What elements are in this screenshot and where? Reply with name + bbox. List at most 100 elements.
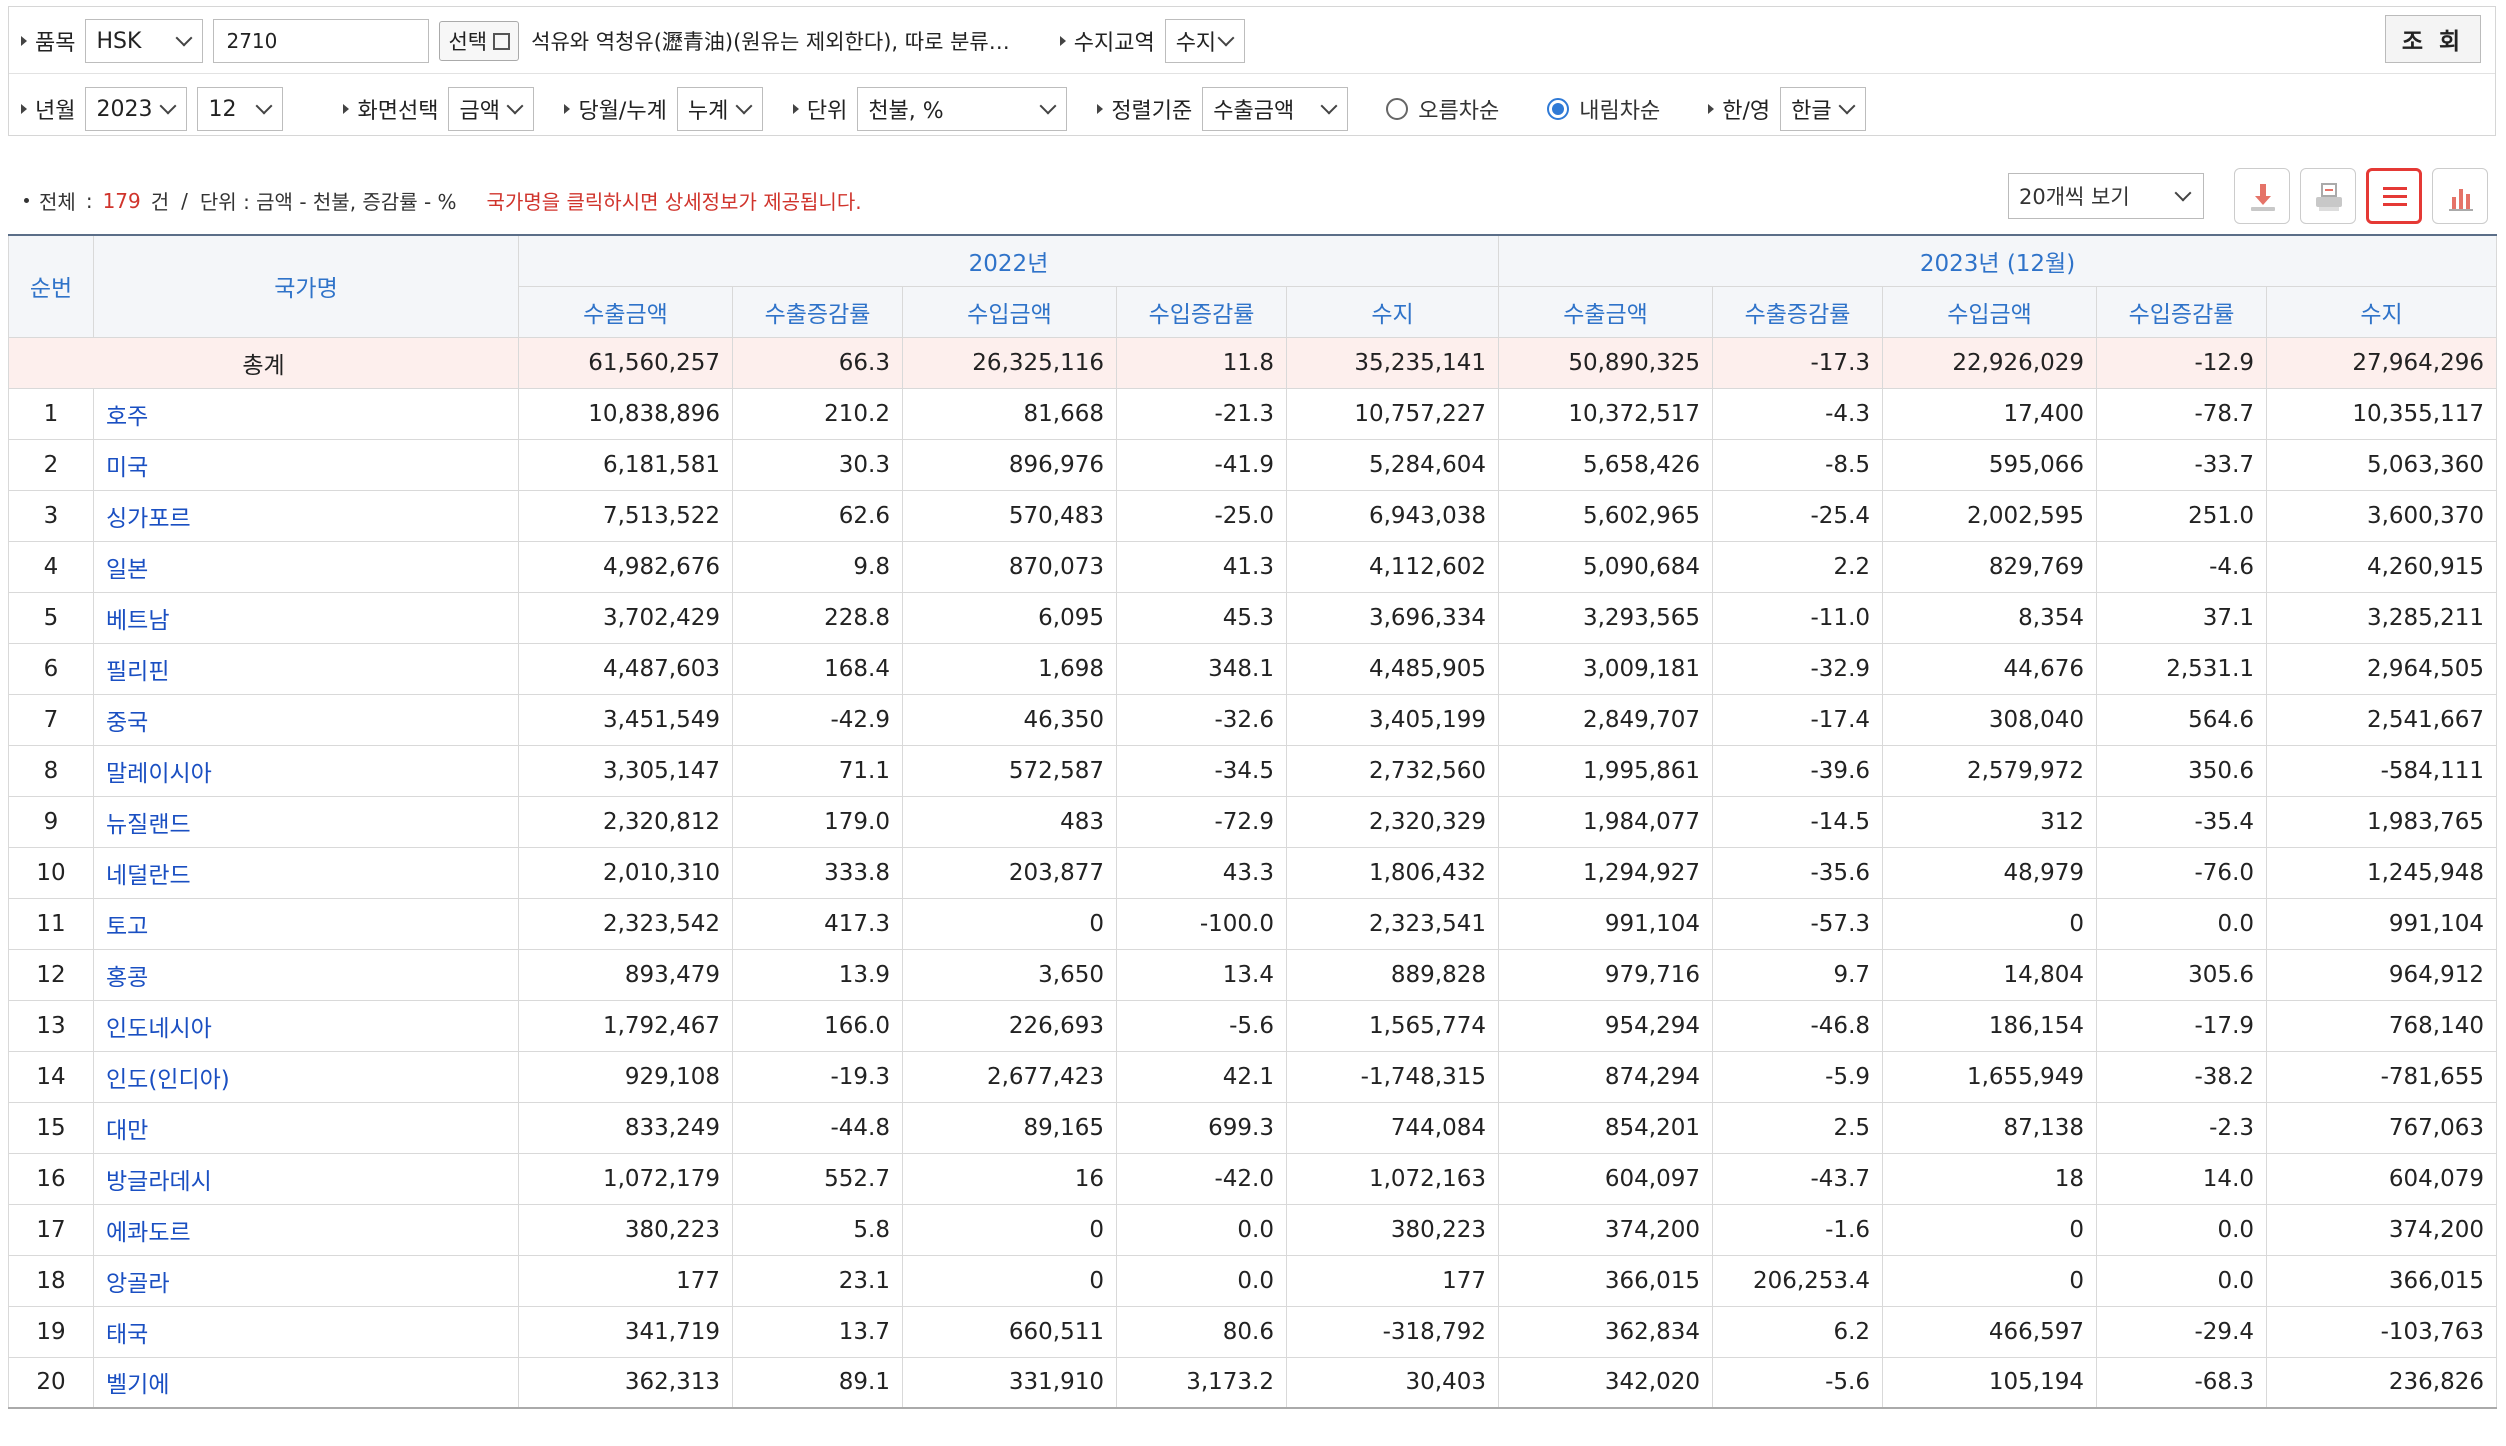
column-header[interactable]: 수출금액: [1498, 285, 1714, 338]
value-cell: 3,009,181: [1498, 642, 1714, 695]
total-cell: 11.8: [1116, 336, 1287, 389]
column-header[interactable]: 수지: [1285, 285, 1500, 338]
value-cell: -78.7: [2096, 387, 2268, 440]
table-row: 10 네덜란드 2,010,310 333.8 203,877 43.3 1,806,432…: [8, 846, 2498, 899]
sort-ascending-radio[interactable]: 오름차순: [1386, 93, 1499, 125]
value-cell: 2,002,595: [1882, 489, 2098, 542]
rank-cell: 1: [8, 387, 94, 440]
value-cell: 46,350: [902, 693, 1117, 746]
value-cell: 3,405,199: [1285, 693, 1500, 746]
value-cell: 893,479: [518, 948, 733, 1001]
period-label: 당월/누계: [564, 93, 667, 125]
value-cell: -21.3: [1116, 387, 1287, 440]
country-link[interactable]: 미국: [93, 438, 519, 491]
column-header[interactable]: 수지: [2266, 285, 2498, 338]
table-row: 6 필리핀 4,487,603 168.4 1,698 348.1 4,485,905 3,0…: [8, 642, 2498, 695]
country-link[interactable]: 네덜란드: [93, 846, 519, 899]
value-cell: -11.0: [1712, 591, 1884, 644]
country-link[interactable]: 말레이시아: [93, 744, 519, 797]
classification-select[interactable]: HSK: [85, 19, 204, 63]
value-cell: 0: [902, 1254, 1117, 1307]
column-header[interactable]: 수입금액: [902, 285, 1117, 338]
country-link[interactable]: 태국: [93, 1305, 519, 1358]
column-header[interactable]: 수입금액: [1882, 285, 2098, 338]
unit-label: 단위: [792, 93, 847, 125]
download-button[interactable]: [2234, 168, 2290, 224]
total-cell: -12.9: [2096, 336, 2268, 389]
chevron-down-icon: [506, 97, 524, 115]
value-cell: 7,513,522: [518, 489, 733, 542]
value-cell: -1,748,315: [1285, 1050, 1500, 1103]
value-cell: 5,063,360: [2266, 438, 2498, 491]
value-cell: 362,313: [518, 1356, 733, 1409]
value-cell: -103,763: [2266, 1305, 2498, 1358]
lang-select[interactable]: 한글: [1780, 87, 1867, 131]
screen-select[interactable]: 금액: [448, 87, 535, 131]
country-link[interactable]: 인도네시아: [93, 999, 519, 1052]
value-cell: 251.0: [2096, 489, 2268, 542]
country-link[interactable]: 벨기에: [93, 1356, 519, 1409]
value-cell: 331,910: [902, 1356, 1117, 1409]
sort-descending-radio[interactable]: 내림차순: [1547, 93, 1660, 125]
value-cell: 380,223: [1285, 1203, 1500, 1256]
page-size-select[interactable]: 20개씩 보기: [2008, 173, 2204, 219]
chevron-down-icon: [159, 97, 177, 115]
value-cell: 5.8: [732, 1203, 903, 1256]
month-select[interactable]: 12: [197, 87, 284, 131]
column-header[interactable]: 수출증감률: [732, 285, 903, 338]
country-link[interactable]: 일본: [93, 540, 519, 593]
bullet-icon: [1708, 104, 1715, 114]
country-link[interactable]: 필리핀: [93, 642, 519, 695]
value-cell: 5,658,426: [1498, 438, 1714, 491]
print-button[interactable]: [2300, 168, 2356, 224]
value-cell: 964,912: [2266, 948, 2498, 1001]
hs-code-input[interactable]: 2710: [213, 19, 430, 63]
value-cell: 13.4: [1116, 948, 1287, 1001]
value-cell: 767,063: [2266, 1101, 2498, 1154]
radio-unchecked-icon: [1386, 98, 1409, 120]
year-select[interactable]: 2023: [85, 87, 188, 131]
unit-select[interactable]: 천불, %: [857, 87, 1068, 131]
country-link[interactable]: 앙골라: [93, 1254, 519, 1307]
country-link[interactable]: 베트남: [93, 591, 519, 644]
country-link[interactable]: 뉴질랜드: [93, 795, 519, 848]
country-link[interactable]: 홍콩: [93, 948, 519, 1001]
country-link[interactable]: 호주: [93, 387, 519, 440]
value-cell: -4.3: [1712, 387, 1884, 440]
rank-cell: 7: [8, 693, 94, 746]
country-link[interactable]: 토고: [93, 897, 519, 950]
column-header[interactable]: 수입증감률: [2096, 285, 2268, 338]
country-link[interactable]: 인도(인디아): [93, 1050, 519, 1103]
value-cell: 2,531.1: [2096, 642, 2268, 695]
period-select[interactable]: 누계: [676, 87, 763, 131]
sort-label: 정렬기준: [1097, 93, 1192, 125]
value-cell: 0: [902, 1203, 1117, 1256]
value-cell: 105,194: [1882, 1356, 2098, 1409]
country-link[interactable]: 중국: [93, 693, 519, 746]
value-cell: 552.7: [732, 1152, 903, 1205]
country-link[interactable]: 싱가포르: [93, 489, 519, 542]
chart-view-button[interactable]: [2432, 168, 2488, 224]
value-cell: 3,305,147: [518, 744, 733, 797]
query-button[interactable]: 조 회: [2385, 15, 2481, 63]
value-cell: 10,838,896: [518, 387, 733, 440]
select-button[interactable]: 선택: [439, 21, 520, 61]
country-link[interactable]: 에콰도르: [93, 1203, 519, 1256]
chevron-down-icon: [1838, 97, 1856, 115]
value-cell: 1,698: [902, 642, 1117, 695]
value-cell: 466,597: [1882, 1305, 2098, 1358]
total-cell: 26,325,116: [902, 336, 1117, 389]
list-view-button[interactable]: [2366, 168, 2422, 224]
country-link[interactable]: 방글라데시: [93, 1152, 519, 1205]
value-cell: 14,804: [1882, 948, 2098, 1001]
sort-select[interactable]: 수출금액: [1202, 87, 1349, 131]
country-link[interactable]: 대만: [93, 1101, 519, 1154]
value-cell: -38.2: [2096, 1050, 2268, 1103]
value-cell: 210.2: [732, 387, 903, 440]
column-header[interactable]: 수입증감률: [1116, 285, 1287, 338]
rank-cell: 11: [8, 897, 94, 950]
column-header[interactable]: 수출증감률: [1712, 285, 1884, 338]
value-cell: 9.7: [1712, 948, 1884, 1001]
trade-select[interactable]: 수지: [1164, 19, 1245, 63]
column-header[interactable]: 수출금액: [518, 285, 733, 338]
